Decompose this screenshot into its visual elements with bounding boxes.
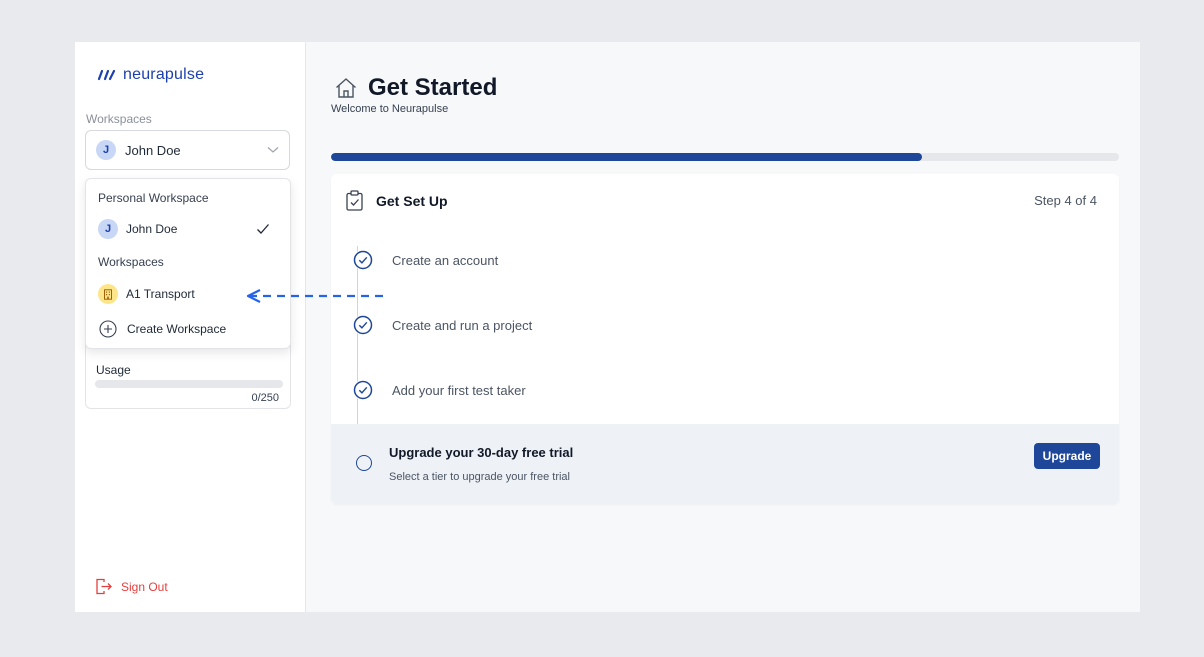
workspaces-label: Workspaces (86, 112, 152, 126)
create-workspace-label: Create Workspace (127, 322, 227, 336)
sign-out-icon (96, 578, 112, 595)
workspace-selector[interactable]: J John Doe (85, 130, 290, 170)
usage-count: 0/250 (251, 392, 279, 404)
sidebar: neurapulse Workspaces J John Doe Usage 0… (75, 42, 306, 612)
workspace-option-label: John Doe (126, 222, 178, 236)
upgrade-description: Select a tier to upgrade your free trial (389, 471, 570, 483)
chevron-down-icon (267, 147, 279, 153)
create-workspace-button[interactable]: Create Workspace (98, 317, 278, 341)
setup-card-title: Get Set Up (376, 192, 448, 209)
progress-fill (331, 153, 922, 161)
sign-out-label: Sign Out (121, 579, 168, 594)
onboarding-progress-bar (331, 153, 1119, 161)
personal-workspace-heading: Personal Workspace (98, 191, 209, 205)
upgrade-button[interactable]: Upgrade (1034, 443, 1100, 469)
workspace-dropdown: Personal Workspace J John Doe Workspaces (85, 178, 291, 349)
step-label: Add your first test taker (392, 382, 526, 398)
page-title: Get Started (368, 74, 498, 101)
main-content: Get Started Welcome to Neurapulse Get Se… (306, 42, 1140, 612)
upgrade-title: Upgrade your 30-day free trial (389, 445, 574, 460)
annotation-arrow-icon (246, 289, 383, 303)
app-window: neurapulse Workspaces J John Doe Usage 0… (75, 42, 1140, 612)
step-label: Create and run a project (392, 317, 533, 333)
usage-bar (95, 380, 283, 388)
setup-card-header: Get Set Up (345, 190, 448, 211)
workspace-option-label: A1 Transport (126, 287, 195, 301)
logo: neurapulse (97, 66, 204, 84)
sign-out-button[interactable]: Sign Out (95, 578, 168, 595)
upgrade-step: Upgrade your 30-day free trial Select a … (331, 424, 1119, 504)
step-item: Create and run a project (353, 315, 532, 335)
usage-label: Usage (96, 363, 131, 377)
check-circle-icon (353, 315, 373, 335)
check-circle-icon (353, 380, 373, 400)
workspace-option-john-doe[interactable]: J John Doe (98, 217, 278, 241)
setup-card: Get Set Up Step 4 of 4 Create an account… (331, 174, 1119, 504)
check-circle-icon (353, 250, 373, 270)
step-counter: Step 4 of 4 (1034, 193, 1097, 208)
avatar: J (96, 140, 116, 160)
pending-circle-icon (356, 455, 372, 471)
step-label: Create an account (392, 252, 499, 268)
building-icon (98, 284, 118, 304)
neurapulse-logo-icon (97, 69, 116, 81)
step-item: Create an account (353, 250, 498, 270)
page-subtitle: Welcome to Neurapulse (331, 103, 449, 115)
checkmark-icon (257, 224, 269, 234)
logo-text: neurapulse (123, 66, 205, 83)
avatar: J (98, 219, 118, 239)
page-header: Get Started (334, 74, 497, 102)
home-icon (336, 78, 356, 98)
plus-circle-icon (99, 320, 117, 338)
clipboard-check-icon (346, 190, 363, 211)
workspaces-heading: Workspaces (98, 255, 164, 269)
selected-workspace-name: John Doe (125, 142, 181, 158)
step-item: Add your first test taker (353, 380, 526, 400)
